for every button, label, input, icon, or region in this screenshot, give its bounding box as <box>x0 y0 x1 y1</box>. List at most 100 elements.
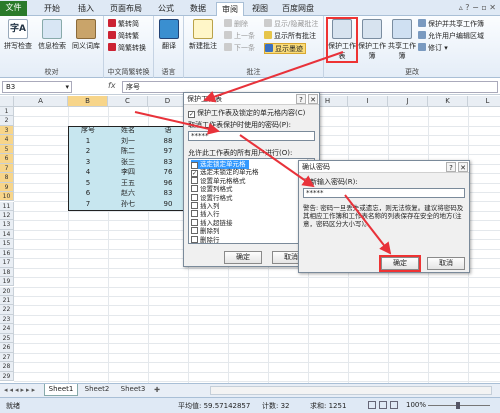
column-header-k[interactable]: K <box>428 96 468 107</box>
permissions-list[interactable]: ✓ 选定锁定单元格 ✓ 选定未锁定的单元格 设置单元格格式 设置列格式 设置行格式 插入列 插入… <box>188 158 315 244</box>
new-comment-button[interactable]: 新建批注 <box>186 19 220 51</box>
delete-comment-button[interactable]: 删除 <box>224 19 248 30</box>
table-cell[interactable]: 刘一 <box>108 137 148 146</box>
convert-button[interactable]: 简繁转换 <box>108 43 146 54</box>
password-input[interactable]: ***** <box>188 131 315 141</box>
toggle-comment-button[interactable]: 显示/隐藏批注 <box>264 19 318 30</box>
protect-contents-checkbox[interactable]: ✓ 保护工作表及锁定的单元格内容(C) <box>188 108 305 118</box>
row-header[interactable]: 16 <box>0 248 14 259</box>
table-cell[interactable]: 88 <box>148 137 188 146</box>
protect-workbook-button[interactable]: 保护工作簿 <box>358 19 386 61</box>
row-header[interactable]: 5 <box>0 144 14 155</box>
row-header[interactable]: 1 <box>0 107 14 117</box>
close-button[interactable]: ✕ <box>458 162 468 172</box>
row-header[interactable]: 15 <box>0 239 14 249</box>
protect-sheet-button[interactable]: 保护工作表 <box>326 17 358 63</box>
table-cell[interactable]: 4 <box>68 168 108 177</box>
row-header[interactable]: 29 <box>0 371 14 381</box>
table-cell[interactable]: 76 <box>148 168 188 177</box>
table-cell[interactable]: 83 <box>148 189 188 198</box>
track-changes-button[interactable]: 修订 ▾ <box>418 43 448 54</box>
checkbox-unchecked[interactable] <box>191 202 198 209</box>
trad-to-simp-button[interactable]: 繁转简 <box>108 19 139 30</box>
tab-baidu[interactable]: 百度网盘 <box>278 2 318 16</box>
tab-formulas[interactable]: 公式 <box>154 2 178 16</box>
table-cell[interactable]: 96 <box>148 179 188 188</box>
table-cell[interactable]: 陈二 <box>108 147 148 156</box>
checkbox-unchecked[interactable] <box>191 185 198 193</box>
sheet-tab-1[interactable]: Sheet1 <box>44 384 78 396</box>
help-button[interactable]: ? <box>296 94 306 104</box>
row-header[interactable]: 11 <box>0 201 14 211</box>
select-all-corner[interactable] <box>0 96 14 107</box>
row-header[interactable]: 13 <box>0 220 14 230</box>
tab-data[interactable]: 数据 <box>186 2 210 16</box>
column-header-b[interactable]: B <box>68 96 108 107</box>
add-sheet-icon[interactable]: ✚ <box>152 385 162 395</box>
table-header-cell[interactable]: 语 <box>148 126 188 135</box>
thesaurus-button[interactable]: 同义词库 <box>70 19 102 51</box>
permission-option[interactable]: 插入超链接 <box>191 218 233 227</box>
help-button[interactable]: ? <box>446 162 456 172</box>
table-cell[interactable]: 王五 <box>108 179 148 188</box>
sheet-nav-arrows[interactable]: ◂◂◂▸▸▸ <box>4 386 37 394</box>
permission-option[interactable]: 设置单元格格式 <box>191 176 246 185</box>
permission-option[interactable]: 插入行 <box>191 210 220 218</box>
zoom-slider-thumb[interactable] <box>456 402 460 409</box>
column-header-d[interactable]: D <box>148 96 188 107</box>
table-cell[interactable]: 李四 <box>108 168 148 177</box>
permission-option[interactable]: 插入列 <box>191 202 220 210</box>
row-header[interactable]: 12 <box>0 210 14 221</box>
table-cell[interactable]: 5 <box>68 179 108 188</box>
row-header[interactable]: 14 <box>0 229 14 240</box>
table-cell[interactable]: 2 <box>68 147 108 156</box>
protect-ok-button[interactable]: 确定 <box>224 251 262 264</box>
row-header[interactable]: 4 <box>0 135 14 145</box>
allow-edit-ranges-button[interactable]: 允许用户编辑区域 <box>418 31 484 42</box>
permission-option[interactable]: 设置列格式 <box>191 185 233 193</box>
row-header[interactable]: 20 <box>0 286 14 296</box>
table-header-cell[interactable]: 序号 <box>68 126 108 135</box>
column-header-a[interactable]: A <box>14 96 68 107</box>
checkbox-unchecked[interactable] <box>191 227 198 235</box>
tab-insert[interactable]: 插入 <box>74 2 98 16</box>
row-header[interactable]: 26 <box>0 343 14 353</box>
ribbon-window-controls[interactable]: ▵ ? − ▫ ✕ <box>459 3 496 12</box>
table-cell[interactable]: 83 <box>148 158 188 167</box>
row-header[interactable]: 18 <box>0 267 14 278</box>
checkbox-unchecked[interactable] <box>191 176 198 184</box>
table-cell[interactable]: 7 <box>68 200 108 209</box>
show-ink-button[interactable]: 显示墨迹 <box>264 43 306 54</box>
table-cell[interactable]: 90 <box>148 200 188 209</box>
row-header[interactable]: 8 <box>0 173 14 183</box>
protect-share-button[interactable]: 保护并共享工作簿 <box>418 19 484 30</box>
row-header[interactable]: 7 <box>0 163 14 174</box>
confirm-ok-button[interactable]: 确定 <box>379 255 421 272</box>
column-header-l[interactable]: L <box>468 96 500 107</box>
zoom-level[interactable]: 100% <box>406 401 426 409</box>
tab-page-layout[interactable]: 页面布局 <box>106 2 146 16</box>
permission-option[interactable]: 设置行格式 <box>191 193 233 202</box>
table-cell[interactable]: 孙七 <box>108 200 148 209</box>
checkbox-unchecked[interactable] <box>191 193 198 201</box>
tab-view[interactable]: 视图 <box>250 2 270 16</box>
checkbox-unchecked[interactable] <box>191 218 198 226</box>
close-button[interactable]: ✕ <box>308 94 318 104</box>
tab-home[interactable]: 开始 <box>40 2 64 16</box>
spell-check-button[interactable]: 字A 拼写检查 <box>2 19 34 51</box>
row-header[interactable]: 21 <box>0 296 14 306</box>
research-button[interactable]: 信息检索 <box>36 19 68 51</box>
row-header[interactable]: 28 <box>0 362 14 372</box>
table-cell[interactable]: 97 <box>148 147 188 156</box>
show-all-comments-button[interactable]: 显示所有批注 <box>264 31 316 42</box>
checkbox-unchecked[interactable] <box>191 235 198 243</box>
row-header[interactable]: 10 <box>0 192 14 202</box>
column-header-i[interactable]: I <box>348 96 388 107</box>
row-header[interactable]: 23 <box>0 314 14 325</box>
row-header[interactable]: 24 <box>0 324 14 334</box>
table-cell[interactable]: 6 <box>68 189 108 198</box>
table-cell[interactable]: 3 <box>68 158 108 167</box>
table-cell[interactable]: 张三 <box>108 158 148 167</box>
permission-option[interactable]: 删除列 <box>191 227 220 235</box>
row-header[interactable]: 25 <box>0 333 14 344</box>
